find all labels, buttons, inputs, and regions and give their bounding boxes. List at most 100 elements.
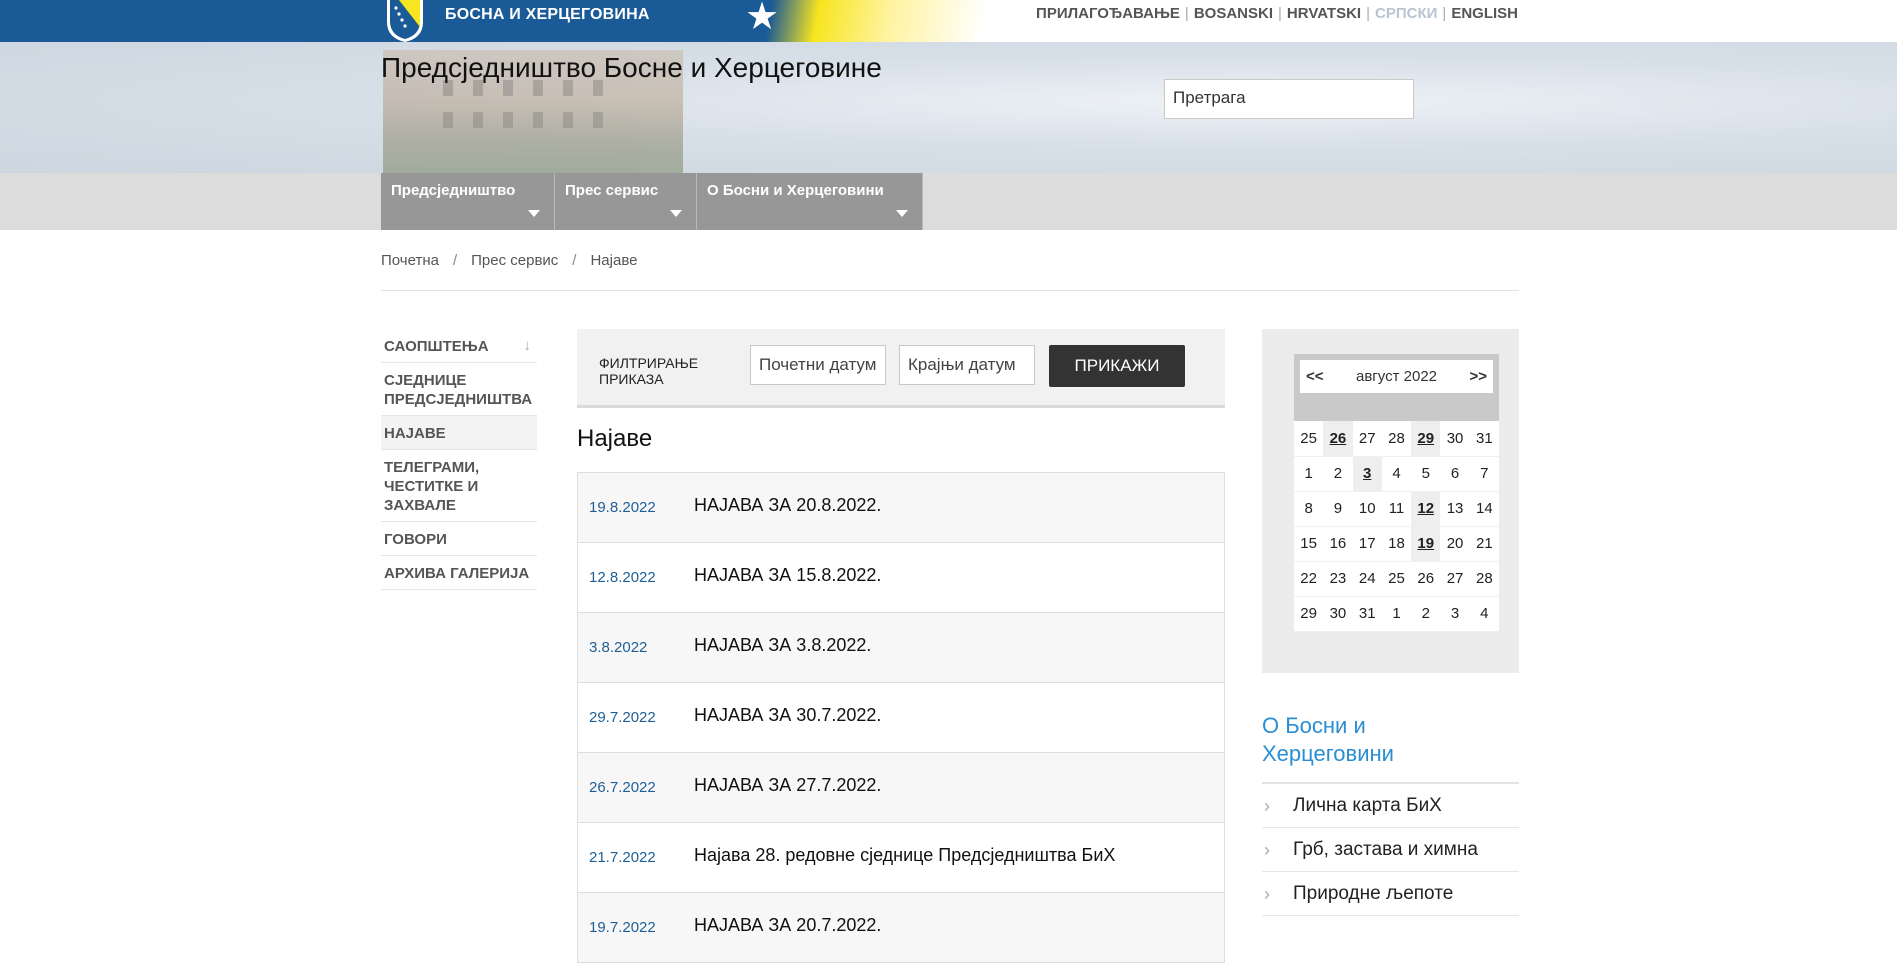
start-date-input[interactable]: Почетни датум	[750, 345, 886, 385]
lang-bosanski[interactable]: BOSANSKI	[1194, 5, 1273, 22]
item-title-link[interactable]: НАЈАВА ЗА 27.7.2022.	[694, 775, 881, 796]
calendar-day: 29	[1294, 596, 1324, 632]
nav-item-presidency[interactable]: Предсједништво	[381, 173, 555, 230]
calendar-day-event[interactable]: 29	[1411, 421, 1441, 457]
about-link[interactable]: › Природне љепоте	[1262, 872, 1519, 916]
calendar-day: 30	[1323, 596, 1353, 632]
about-heading[interactable]: О Босни и Херцеговини	[1262, 712, 1482, 768]
about-list: › Лична карта БиХ › Грб, застава и химна ›…	[1262, 784, 1519, 916]
calendar-grid: 25 26 27 28 29 30 31 1 2 3 4 5 6 7 8 9 10 11 12 13 14 15 16 17 1…	[1294, 421, 1499, 632]
side-menu-label: СЈЕДНИЦЕ ПРЕДСЈЕДНИШТВА	[384, 372, 533, 408]
chevron-right-icon: ›	[1264, 884, 1270, 904]
list-item[interactable]: 19.8.2022 НАЈАВА ЗА 20.8.2022.	[578, 473, 1224, 543]
calendar-day-event[interactable]: 26	[1323, 421, 1353, 457]
item-date: 3.8.2022	[589, 639, 648, 656]
calendar-day: 26	[1411, 561, 1441, 597]
flag-star-icon: ★	[745, 0, 780, 38]
lang-accessibility[interactable]: ПРИЛАГОЂАВАЊЕ	[1036, 5, 1180, 22]
calendar-day: 1	[1381, 596, 1412, 632]
list-title: Најаве	[577, 425, 653, 452]
side-menu-item[interactable]: ТЕЛЕГРАМИ, ЧЕСТИТКЕ И ЗАХВАЛЕ	[381, 450, 537, 522]
breadcrumb-press[interactable]: Прес сервис	[471, 252, 558, 269]
about-link-label: Лична карта БиХ	[1293, 795, 1442, 816]
calendar-week: 25 26 27 28 29 30 31	[1294, 421, 1499, 457]
list-item[interactable]: 21.7.2022 Најава 28. редовне сједнице Пре…	[578, 823, 1224, 893]
item-title-link[interactable]: НАЈАВА ЗА 30.7.2022.	[694, 705, 881, 726]
calendar-day: 28	[1469, 561, 1499, 597]
list-item[interactable]: 29.7.2022 НАЈАВА ЗА 30.7.2022.	[578, 683, 1224, 753]
calendar-day-event[interactable]: 12	[1411, 491, 1441, 527]
side-menu-label: ГОВОРИ	[384, 531, 447, 548]
calendar-day: 20	[1440, 526, 1470, 562]
calendar-day: 14	[1469, 491, 1499, 527]
end-date-input[interactable]: Крајњи датум	[899, 345, 1035, 385]
nav-item-about-bih[interactable]: О Босни и Херцеговини	[697, 173, 923, 230]
calendar-day: 4	[1469, 596, 1499, 632]
item-date: 19.8.2022	[589, 499, 656, 516]
calendar-day: 30	[1440, 421, 1470, 457]
site-title[interactable]: Предсједништво Босне и Херцеговине	[381, 52, 882, 84]
list-item[interactable]: 3.8.2022 НАЈАВА ЗА 3.8.2022.	[578, 613, 1224, 683]
caret-down-icon	[528, 210, 540, 217]
side-menu-item[interactable]: СЈЕДНИЦЕ ПРЕДСЈЕДНИШТВА	[381, 363, 537, 416]
arrow-down-icon: ↓	[523, 337, 532, 354]
calendar-day: 11	[1381, 491, 1412, 527]
side-menu-item-active[interactable]: НАЈАВЕ	[381, 416, 537, 450]
list-item[interactable]: 12.8.2022 НАЈАВА ЗА 15.8.2022.	[578, 543, 1224, 613]
breadcrumb-home[interactable]: Почетна	[381, 252, 439, 269]
calendar-day: 24	[1352, 561, 1382, 597]
show-button[interactable]: ПРИКАЖИ	[1049, 345, 1185, 387]
prev-month-button[interactable]: <<	[1306, 360, 1324, 393]
calendar-month: август 2022	[1355, 368, 1438, 385]
caret-down-icon	[896, 210, 908, 217]
announcement-list: 19.8.2022 НАЈАВА ЗА 20.8.2022. 12.8.2022 Н…	[577, 472, 1225, 963]
calendar-day: 17	[1352, 526, 1382, 562]
nav-label: Прес сервис	[565, 182, 659, 199]
calendar-day: 28	[1381, 421, 1412, 457]
nav-item-press-service[interactable]: Прес сервис	[555, 173, 697, 230]
calendar: << август 2022 >> 25 26 27 28 29 30 31 1 2 3 4 5 6 7 8…	[1294, 354, 1499, 632]
side-menu-label: ТЕЛЕГРАМИ, ЧЕСТИТКЕ И ЗАХВАЛЕ	[384, 459, 480, 514]
about-link[interactable]: › Лична карта БиХ	[1262, 784, 1519, 828]
list-item[interactable]: 26.7.2022 НАЈАВА ЗА 27.7.2022.	[578, 753, 1224, 823]
calendar-day: 21	[1469, 526, 1499, 562]
item-date: 21.7.2022	[589, 849, 656, 866]
calendar-day: 22	[1294, 561, 1324, 597]
list-item[interactable]: 19.7.2022 НАЈАВА ЗА 20.7.2022.	[578, 893, 1224, 963]
about-link-label: Грб, застава и химна	[1293, 839, 1478, 860]
item-title-link[interactable]: Најава 28. редовне сједнице Предсједништ…	[694, 845, 1115, 866]
side-menu-item[interactable]: САОПШТЕЊА ↓	[381, 328, 537, 363]
calendar-day: 3	[1440, 596, 1470, 632]
country-name[interactable]: БОСНА И ХЕРЦЕГОВИНА	[445, 6, 650, 24]
breadcrumb-current: Најаве	[590, 252, 638, 269]
lang-english[interactable]: ENGLISH	[1451, 5, 1518, 22]
language-switcher: ПРИЛАГОЂАВАЊЕ | BOSANSKI | HRVATSKI | СРПСКИ | E…	[1036, 5, 1518, 22]
item-title-link[interactable]: НАЈАВА ЗА 20.8.2022.	[694, 495, 881, 516]
side-menu-label: АРХИВА ГАЛЕРИЈА	[384, 565, 530, 582]
side-menu-label: НАЈАВЕ	[384, 425, 446, 442]
calendar-week: 22 23 24 25 26 27 28	[1294, 561, 1499, 597]
header-map-background	[0, 42, 1897, 173]
item-date: 12.8.2022	[589, 569, 656, 586]
calendar-day: 27	[1440, 561, 1470, 597]
about-link[interactable]: › Грб, застава и химна	[1262, 828, 1519, 872]
calendar-day: 6	[1440, 456, 1470, 492]
side-menu-item[interactable]: ГОВОРИ	[381, 522, 537, 556]
main-nav: Предсједништво Прес сервис О Босни и Хер…	[381, 173, 923, 230]
calendar-day: 25	[1381, 561, 1412, 597]
item-title-link[interactable]: НАЈАВА ЗА 20.7.2022.	[694, 915, 881, 936]
side-menu: САОПШТЕЊА ↓ СЈЕДНИЦЕ ПРЕДСЈЕДНИШТВА НАЈАВ…	[381, 328, 537, 590]
next-month-button[interactable]: >>	[1469, 360, 1487, 393]
calendar-day-event[interactable]: 3	[1352, 456, 1382, 492]
calendar-day: 8	[1294, 491, 1324, 527]
coat-of-arms-logo[interactable]	[383, 0, 427, 42]
item-title-link[interactable]: НАЈАВА ЗА 15.8.2022.	[694, 565, 881, 586]
calendar-day-event[interactable]: 19	[1411, 526, 1441, 562]
item-title-link[interactable]: НАЈАВА ЗА 3.8.2022.	[694, 635, 871, 656]
lang-hrvatski[interactable]: HRVATSKI	[1287, 5, 1361, 22]
side-menu-item[interactable]: АРХИВА ГАЛЕРИЈА	[381, 556, 537, 590]
calendar-header: << август 2022 >>	[1294, 354, 1499, 421]
nav-label: Предсједништво	[391, 182, 516, 199]
search-input[interactable]: Претрага	[1164, 79, 1414, 119]
calendar-panel: << август 2022 >> 25 26 27 28 29 30 31 1 2 3 4 5 6 7 8…	[1262, 329, 1519, 673]
